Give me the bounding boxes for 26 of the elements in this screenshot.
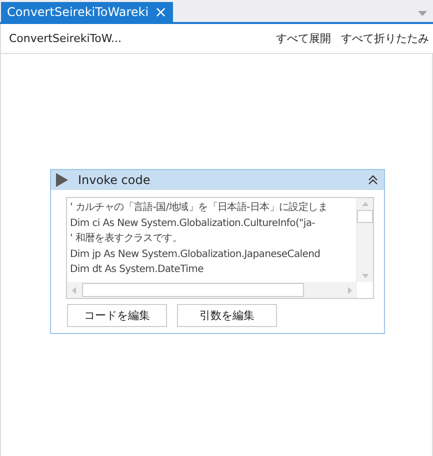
vertical-scrollbar[interactable]: [356, 198, 373, 282]
code-line: Dim dt As System.DateTime: [70, 263, 204, 277]
close-tab-button[interactable]: ×: [154, 4, 168, 20]
code-line: Dim jp As New System.Globalization.JapaneseCalend: [70, 248, 322, 262]
header-link[interactable]: すべて展開: [276, 31, 331, 46]
edit-button[interactable]: 引数を編集: [177, 304, 277, 327]
horizontal-scrollbar[interactable]: [67, 282, 357, 298]
scroll-up-icon[interactable]: [362, 202, 368, 206]
play-icon: [56, 173, 68, 187]
scroll-down-icon[interactable]: [362, 274, 368, 278]
scroll-thumb[interactable]: [357, 210, 373, 223]
collapse-icon[interactable]: [368, 175, 378, 185]
edit-button[interactable]: コードを編集: [67, 304, 167, 327]
breadcrumb[interactable]: ConvertSeirekiToW...: [9, 32, 122, 45]
code-line: ' カルチャの「言語-国/地域」を「日本語-日本」に設定しま: [70, 200, 329, 215]
code-line: Dim ci As New System.Globalization.CultureInfo("ja-: [70, 216, 316, 230]
scroll-right-icon[interactable]: [348, 286, 352, 294]
activity-title: Invoke code: [78, 173, 150, 187]
header-link[interactable]: すべて折りたたみ: [341, 31, 429, 46]
dropdown-arrow-icon[interactable]: [418, 11, 427, 16]
code-line: ' 和暦を表すクラスです。: [70, 232, 184, 246]
scroll-left-icon[interactable]: [72, 286, 76, 294]
activity-card[interactable]: Invoke code ' カルチャの「言語-国/地域」を「日本語-日本」に設定しま Dim ci As New System.Globalization.CultureInfo("ja- ' 和暦を表すクラスです。 Dim jp As New System.Globalization.JapaneseCalend Dim dt As System.DateTime コードを編集 引数を編集: [50, 169, 385, 334]
document-tab[interactable]: ConvertSeirekiToWareki ×: [1, 2, 174, 22]
code-editor[interactable]: ' カルチャの「言語-国/地域」を「日本語-日本」に設定しま Dim ci As New System.Globalization.CultureInfo("ja- ' 和暦を表すクラスです。 Dim jp As New System.Globalization.JapaneseCalend Dim dt As System.DateTime: [66, 197, 374, 299]
scroll-thumb[interactable]: [82, 283, 304, 297]
